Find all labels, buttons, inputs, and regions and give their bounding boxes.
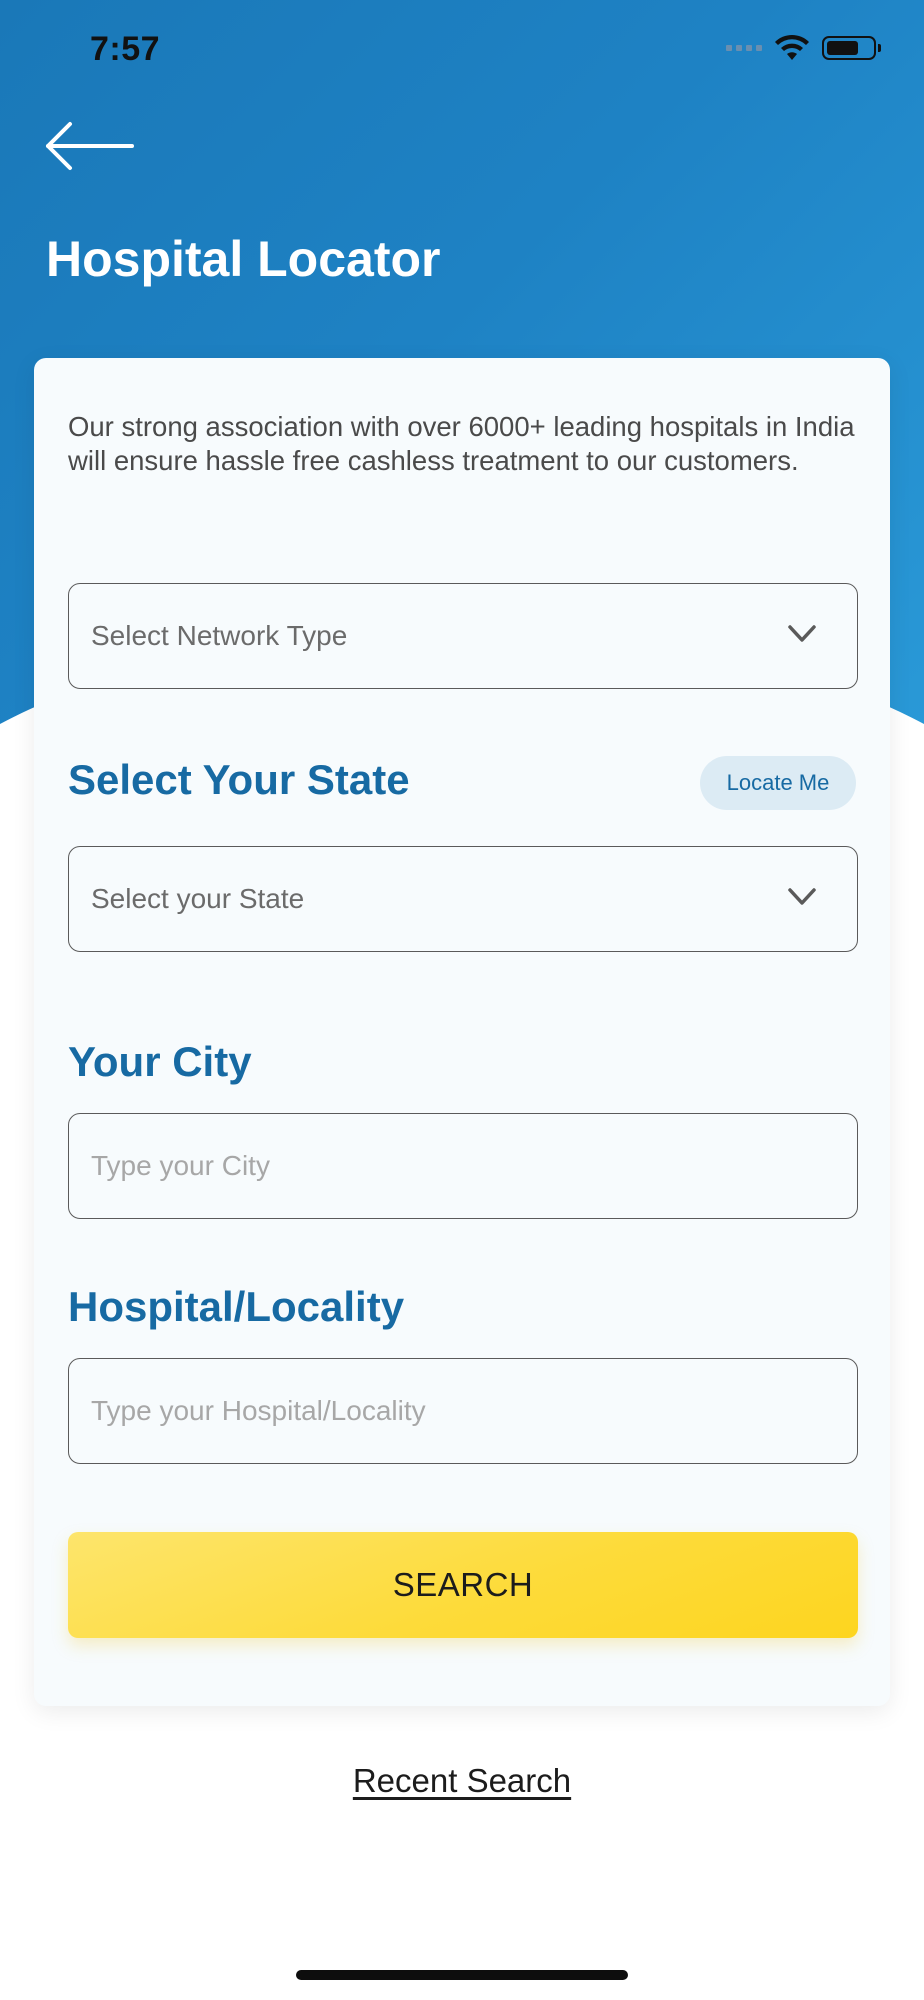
page-title: Hospital Locator (46, 231, 441, 287)
locality-field (68, 1358, 858, 1464)
state-select[interactable]: Select your State (68, 846, 858, 952)
back-button[interactable] (44, 118, 136, 174)
signal-icon (726, 45, 762, 51)
network-type-placeholder: Select Network Type (91, 620, 348, 651)
city-field (68, 1113, 858, 1219)
status-bar: 7:57 (0, 0, 924, 100)
state-placeholder: Select your State (91, 883, 305, 914)
wifi-icon (775, 34, 809, 60)
status-time: 7:57 (90, 30, 161, 68)
state-label: Select Your State (68, 756, 410, 803)
locator-card: Our strong association with over 6000+ l… (34, 358, 890, 1706)
city-input[interactable] (91, 1150, 857, 1182)
home-indicator (296, 1970, 628, 1980)
locality-label: Hospital/Locality (68, 1283, 405, 1330)
intro-text: Our strong association with over 6000+ l… (68, 411, 855, 476)
network-type-select[interactable]: Select Network Type (68, 583, 858, 689)
chevron-down-icon (788, 888, 816, 905)
chevron-down-icon (788, 625, 816, 642)
city-label: Your City (68, 1038, 252, 1085)
search-button[interactable]: SEARCH (68, 1532, 858, 1638)
locality-input[interactable] (91, 1395, 857, 1427)
battery-icon (822, 36, 881, 60)
status-icons (726, 34, 881, 62)
arrow-left-icon (46, 122, 134, 170)
locate-me-button[interactable]: Locate Me (700, 756, 856, 810)
recent-search-link[interactable]: Recent Search (0, 1762, 924, 1800)
